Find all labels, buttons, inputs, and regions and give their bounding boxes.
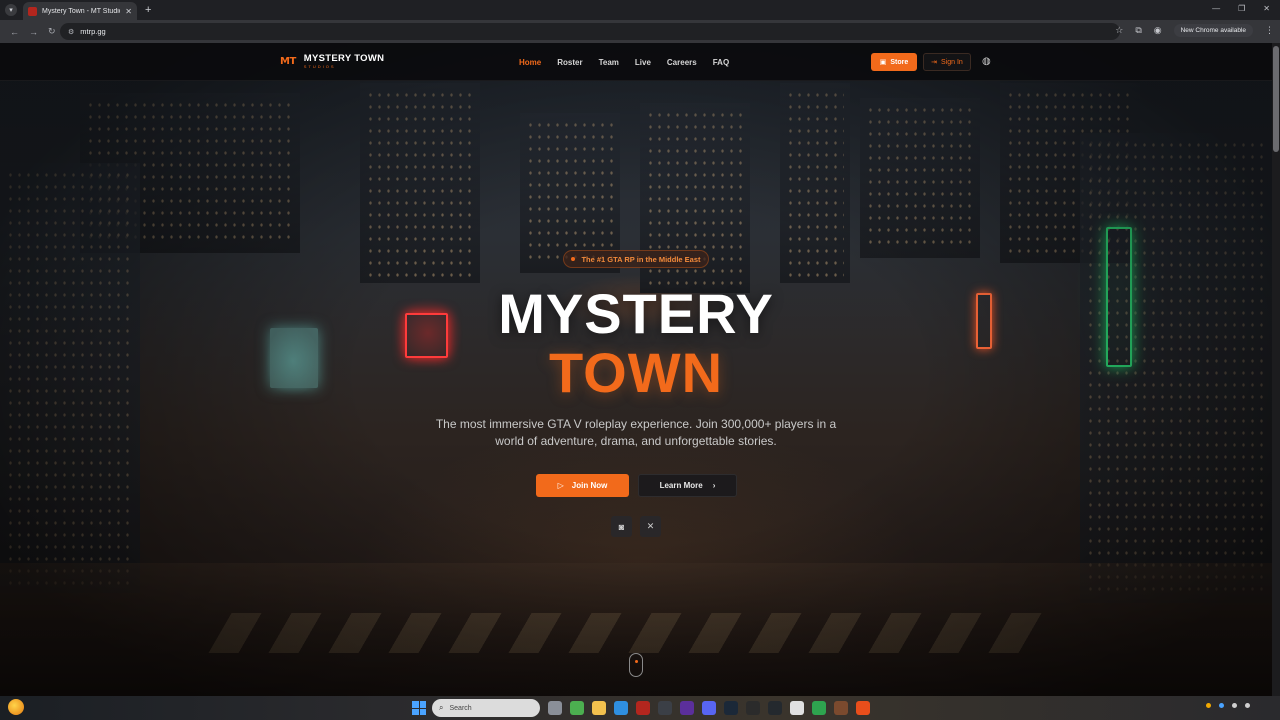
os-taskbar: ⌕ Search [0,696,1280,720]
nav-link-careers[interactable]: Careers [667,58,697,67]
weather-widget-icon[interactable] [8,699,24,715]
site-favicon-icon [28,6,37,16]
file-explorer-icon[interactable] [592,701,606,715]
url-text: mtrp.gg [80,27,106,36]
nav-link-team[interactable]: Team [599,58,619,67]
tray-icon[interactable] [1232,703,1237,708]
hero-title-line1: MYSTERY [498,282,774,345]
browser-menu-icon[interactable]: ⋮ [1265,25,1274,36]
site-info-icon[interactable]: ⚙ [68,28,74,36]
minimize-button[interactable]: — [1212,4,1220,13]
hero-badge: The #1 GTA RP in the Middle East [563,250,709,268]
extensions-icon[interactable]: ⧉ [1135,25,1141,36]
badge-dot [571,257,576,261]
sign-in-button[interactable]: ⇥ Sign In [923,53,971,71]
tray-icon[interactable] [1219,703,1224,708]
page-viewport: MT MYSTERY TOWN STUDIOS Home Roster Team… [0,43,1272,696]
x-twitter-button[interactable]: ✕ [640,516,661,537]
play-icon: ▷ [557,481,564,490]
logo-text: MYSTERY TOWN STUDIOS [304,54,385,69]
chevron-right-icon: › [712,481,716,490]
scrollbar-thumb[interactable] [1273,46,1279,152]
browser-tab-active[interactable]: Mystery Town - MT Studios | M ✕ [23,2,137,20]
system-tray [1206,703,1250,708]
tab-search-icon[interactable]: ▾ [5,4,17,16]
app-terminal-icon[interactable] [768,701,782,715]
windows-start-icon[interactable] [412,701,426,715]
signin-icon: ⇥ [931,59,938,66]
globe-icon[interactable]: ◍ [982,56,991,67]
close-window-button[interactable]: ✕ [1263,4,1270,13]
taskbar-search-box[interactable]: ⌕ Search [432,699,540,717]
store-icon: ▣ [879,59,887,66]
edge-app-icon[interactable] [614,701,628,715]
app-orange-icon[interactable] [856,701,870,715]
x-icon: ✕ [646,521,655,531]
app-settings-icon[interactable] [746,701,760,715]
join-now-button[interactable]: ▷ Join Now [536,474,629,497]
tray-icon[interactable] [1206,703,1211,708]
store-button-label: Store [890,58,909,66]
chrome-app-icon[interactable] [570,701,584,715]
hero-description: The most immersive GTA V roleplay experi… [435,417,837,448]
app-brown-icon[interactable] [834,701,848,715]
learn-more-label: Learn More [659,481,703,490]
tab-close-icon[interactable]: ✕ [125,7,132,16]
back-arrow-icon[interactable]: ← [10,27,19,37]
taskbar-apps [548,701,870,715]
browser-toolbar: ← → ↻ ⚙ mtrp.gg ☆ ⧉ ◉ New Chrome availab… [0,20,1280,43]
browser-tabbar: ▾ Mystery Town - MT Studios | M ✕ + — ❐ … [0,0,1280,20]
logo-name: MYSTERY TOWN [303,53,385,64]
learn-more-button[interactable]: Learn More › [638,474,737,497]
scroll-indicator-dot [634,660,638,663]
logo-subtitle: STUDIOS [303,63,336,69]
badge-text: The #1 GTA RP in the Middle East [581,254,701,264]
nav-link-live[interactable]: Live [635,58,651,67]
nav-link-faq[interactable]: FAQ [713,58,729,67]
nav-link-roster[interactable]: Roster [557,58,582,67]
search-icon: ⌕ [439,703,444,712]
task-view-icon[interactable] [548,701,562,715]
app-green-icon[interactable] [812,701,826,715]
nav-link-home[interactable]: Home [519,58,541,67]
github-app-icon[interactable] [658,701,672,715]
sign-in-label: Sign In [941,58,963,66]
reload-icon[interactable]: ↻ [48,26,56,37]
new-chrome-available-button[interactable]: New Chrome available [1173,24,1253,37]
app-g-icon[interactable] [790,701,804,715]
hero-title-line2: TOWN [548,341,724,404]
join-now-label: Join Now [571,481,608,490]
steam-app-icon[interactable] [724,701,738,715]
app-next-icon[interactable] [680,701,694,715]
profile-icon[interactable]: ◉ [1154,25,1162,36]
tray-icon[interactable] [1245,703,1250,708]
discord-button[interactable]: ◙ [611,516,632,537]
window-controls: — ❐ ✕ [1212,4,1270,13]
forward-arrow-icon[interactable]: → [29,27,38,37]
nav-links: Home Roster Team Live Careers FAQ [519,58,729,67]
bookmark-star-icon[interactable]: ☆ [1115,25,1123,36]
site-navbar: MT MYSTERY TOWN STUDIOS Home Roster Team… [0,43,1272,81]
new-tab-button[interactable]: + [145,4,151,16]
discord-app-icon[interactable] [702,701,716,715]
tab-title: Mystery Town - MT Studios | M [42,7,120,15]
logo-mark: MT [280,55,296,67]
toolbar-actions: ☆ ⧉ ◉ New Chrome available ⋮ [1115,24,1274,37]
scroll-indicator[interactable] [629,653,643,677]
site-logo[interactable]: MT MYSTERY TOWN STUDIOS [280,54,384,69]
discord-icon: ◙ [618,521,625,532]
maximize-button[interactable]: ❐ [1238,4,1245,13]
app-a-icon[interactable] [636,701,650,715]
page-scrollbar[interactable] [1272,43,1280,696]
address-bar[interactable]: ⚙ mtrp.gg [60,23,1120,40]
taskbar-search-placeholder: Search [449,704,472,712]
store-button[interactable]: ▣ Store [871,53,917,71]
